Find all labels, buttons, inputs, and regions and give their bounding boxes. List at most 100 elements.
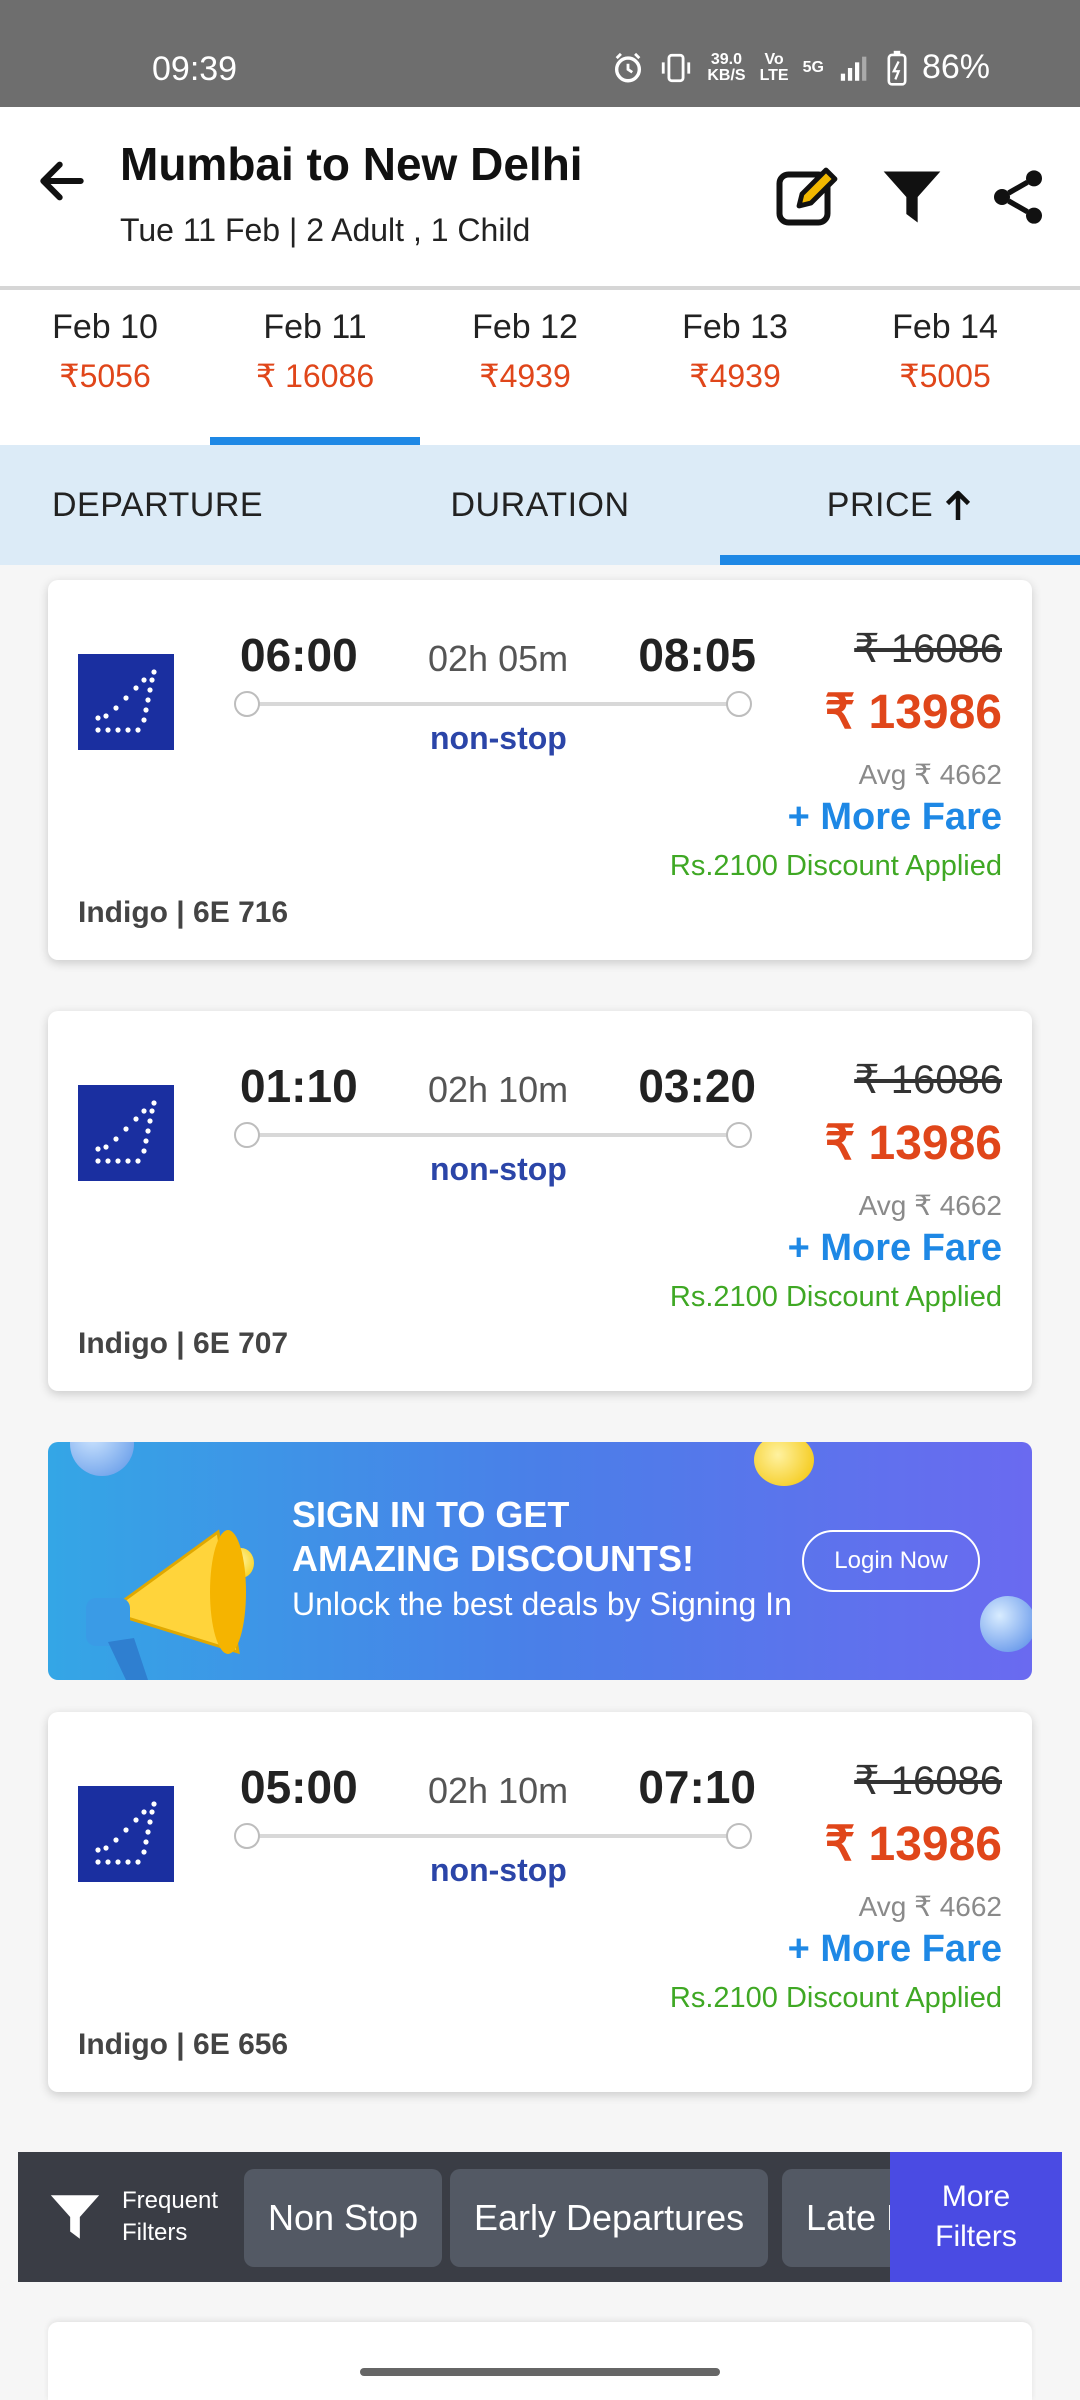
origin-dot <box>234 691 260 717</box>
airline-flight-number: Indigo | 6E 656 <box>78 2028 289 2061</box>
discount-applied: Rs.2100 Discount Applied <box>669 1281 1002 1313</box>
arrival-time: 03:20 <box>638 1060 756 1112</box>
volte-top: Vo <box>764 50 784 68</box>
origin-dot <box>234 1122 260 1148</box>
more-filters-line-2: Filters <box>935 2220 1017 2253</box>
filter-chip-early-departures[interactable]: Early Departures <box>450 2169 769 2267</box>
date-label: Feb 12 <box>472 308 578 346</box>
sort-ascending-icon <box>943 487 973 523</box>
decorative-bubble <box>980 1596 1032 1652</box>
stops-label: non-stop <box>430 720 567 756</box>
date-price: ₹5056 <box>59 358 151 394</box>
flight-duration: 02h 10m <box>428 1069 569 1110</box>
more-filters-button[interactable]: More Filters <box>890 2152 1062 2282</box>
avg-price: Avg ₹ 4662 <box>858 1190 1002 1221</box>
sort-tabs: DEPARTURE DURATION PRICE <box>0 445 1080 565</box>
flight-card[interactable]: 06:00 02h 05m 08:05 non-stop ₹ 16086 ₹ 1… <box>48 580 1032 960</box>
signal-icon <box>840 56 867 81</box>
flight-duration: 02h 10m <box>428 1770 569 1811</box>
stops-label: non-stop <box>430 1151 567 1187</box>
stops-label: non-stop <box>430 1852 567 1888</box>
more-fare-link[interactable]: + More Fare <box>788 796 1002 839</box>
destination-dot <box>726 1122 752 1148</box>
status-bar: 09:39 39.0 KB/S Vo LTE 5G 86% <box>0 0 1080 107</box>
departure-time: 05:00 <box>240 1761 358 1813</box>
tab-price[interactable]: PRICE <box>720 445 1080 565</box>
date-selector: Feb 10 ₹5056 Feb 11 ₹ 16086 Feb 12 ₹4939… <box>0 290 1080 445</box>
date-item-feb-12[interactable]: Feb 12 ₹4939 <box>420 290 630 445</box>
network-type: 5G <box>802 58 824 76</box>
funnel-icon <box>50 2195 100 2239</box>
login-promo-banner[interactable]: SIGN IN TO GET AMAZING DISCOUNTS! Unlock… <box>48 1442 1032 1680</box>
tab-departure[interactable]: DEPARTURE <box>0 445 360 565</box>
route-line <box>234 691 752 717</box>
volte-bottom: LTE <box>759 66 789 84</box>
indigo-logo-icon <box>78 1786 174 1882</box>
date-price: ₹ 16086 <box>255 358 375 394</box>
frequent-line-2: Filters <box>122 2219 188 2246</box>
date-label: Feb 14 <box>892 308 998 346</box>
status-time: 09:39 <box>152 50 238 88</box>
date-item-feb-13[interactable]: Feb 13 ₹4939 <box>630 290 840 445</box>
date-item-feb-10[interactable]: Feb 10 ₹5056 <box>0 290 210 445</box>
indigo-logo-icon <box>78 1085 174 1181</box>
route-title: Mumbai to New Delhi <box>120 138 583 190</box>
back-arrow-icon <box>40 161 84 201</box>
route-line <box>234 1823 752 1849</box>
tab-duration[interactable]: DURATION <box>360 445 720 565</box>
frequent-filters[interactable]: Frequent Filters <box>30 2152 250 2282</box>
indigo-logo-icon <box>78 654 174 750</box>
route-line <box>234 1122 752 1148</box>
discount-applied: Rs.2100 Discount Applied <box>669 1982 1002 2014</box>
discount-applied: Rs.2100 Discount Applied <box>669 850 1002 882</box>
date-label: Feb 10 <box>52 308 158 346</box>
frequent-filters-label: Frequent Filters <box>122 2185 218 2249</box>
back-button[interactable] <box>30 149 94 213</box>
date-price: ₹4939 <box>689 358 781 394</box>
origin-dot <box>234 1823 260 1849</box>
quick-filter-bar: Frequent Filters Non Stop Early Departure… <box>18 2152 1062 2282</box>
flight-duration: 02h 05m <box>428 638 569 679</box>
flight-card[interactable]: 01:10 02h 10m 03:20 non-stop ₹ 16086 ₹ 1… <box>48 1011 1032 1391</box>
destination-dot <box>726 691 752 717</box>
departure-time: 01:10 <box>240 1060 358 1112</box>
login-now-button[interactable]: Login Now <box>802 1530 980 1592</box>
share-icon <box>994 170 1042 224</box>
app-header: Mumbai to New Delhi Tue 11 Feb | 2 Adult… <box>0 107 1080 290</box>
filter-chip-non-stop[interactable]: Non Stop <box>244 2169 443 2267</box>
date-label: Feb 13 <box>682 308 788 346</box>
edit-search-button[interactable] <box>770 159 846 235</box>
status-icons: 39.0 KB/S Vo LTE 5G 86% <box>611 48 990 87</box>
departure-time: 06:00 <box>240 629 358 681</box>
net-speed: 39.0 KB/S <box>707 51 745 84</box>
tab-label: PRICE <box>826 485 934 524</box>
battery-icon <box>887 50 907 86</box>
alarm-icon <box>615 52 642 82</box>
airline-flight-number: Indigo | 6E 707 <box>78 1327 289 1360</box>
filter-button[interactable] <box>874 159 950 235</box>
promo-subtext: Unlock the best deals by Signing In <box>292 1586 792 1622</box>
discounted-price: ₹ 13986 <box>824 686 1002 739</box>
decorative-coin <box>754 1442 814 1486</box>
flight-card[interactable]: 05:00 02h 10m 07:10 non-stop ₹ 16086 ₹ 1… <box>48 1712 1032 2092</box>
original-price: ₹ 16086 <box>854 1058 1002 1102</box>
edit-icon <box>776 167 838 226</box>
date-item-feb-14[interactable]: Feb 14 ₹5005 <box>840 290 1050 445</box>
battery-percent: 86% <box>921 48 990 86</box>
avg-price: Avg ₹ 4662 <box>858 759 1002 790</box>
more-fare-link[interactable]: + More Fare <box>788 1928 1002 1971</box>
original-price: ₹ 16086 <box>854 627 1002 671</box>
promo-headline-1: SIGN IN TO GET <box>292 1494 570 1535</box>
date-label: Feb 11 <box>263 308 367 346</box>
discounted-price: ₹ 13986 <box>824 1117 1002 1170</box>
route-subtitle: Tue 11 Feb | 2 Adult , 1 Child <box>120 212 531 248</box>
discounted-price: ₹ 13986 <box>824 1818 1002 1871</box>
date-price: ₹5005 <box>899 358 991 394</box>
share-button[interactable] <box>980 159 1056 235</box>
date-item-feb-11[interactable]: Feb 11 ₹ 16086 <box>210 290 420 445</box>
flight-card-partial[interactable] <box>48 2322 1032 2400</box>
more-filters-line-1: More <box>941 2180 1011 2213</box>
more-fare-link[interactable]: + More Fare <box>788 1227 1002 1270</box>
home-indicator[interactable] <box>360 2368 720 2376</box>
original-price: ₹ 16086 <box>854 1759 1002 1803</box>
